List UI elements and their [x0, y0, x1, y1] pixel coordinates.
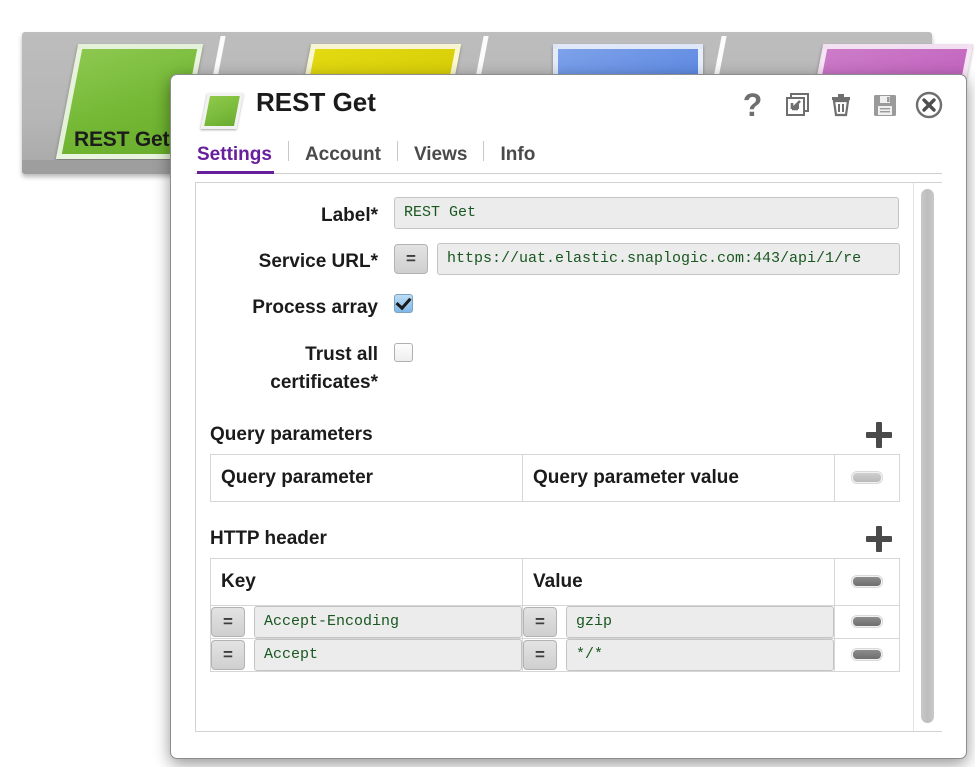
- http-header-remove-row-button[interactable]: [852, 649, 882, 661]
- help-icon[interactable]: ?: [737, 86, 768, 123]
- label-input[interactable]: REST Get: [394, 197, 899, 229]
- snap-green-icon: [200, 93, 244, 129]
- query-parameters-table: Query parameter Query parameter value: [210, 453, 900, 502]
- http-header-key-header: Key: [210, 557, 523, 606]
- http-header-row-action-cell: [834, 604, 900, 639]
- tab-views[interactable]: Views: [398, 144, 484, 173]
- query-parameters-section: Query parameters Query parameter Query p…: [210, 421, 900, 502]
- settings-scrollbar-thumb[interactable]: [921, 189, 934, 723]
- http-header-value-expression-toggle[interactable]: =: [523, 606, 557, 637]
- tab-info[interactable]: Info: [484, 144, 551, 173]
- settings-scroll-content: Label* REST Get Service URL* = https://u…: [196, 183, 914, 731]
- dialog-header: REST Get ?: [171, 75, 966, 137]
- tab-account[interactable]: Account: [289, 144, 397, 173]
- query-parameters-title: Query parameters: [210, 423, 373, 445]
- app-stage: REST Get REST Get ? Settings Account Vie…: [0, 0, 975, 767]
- save-icon[interactable]: [869, 89, 900, 120]
- http-header-value-cell: = */*: [522, 637, 835, 672]
- http-header-value-expression-toggle[interactable]: =: [523, 639, 557, 670]
- http-header-value-input[interactable]: */*: [566, 638, 834, 671]
- http-header-title: HTTP header: [210, 527, 327, 549]
- http-header-key-input[interactable]: Accept: [254, 638, 522, 671]
- help-glyph: ?: [742, 86, 763, 123]
- snap-settings-dialog: REST Get ? Settings Account Views Info L…: [170, 74, 967, 759]
- table-header-row: Query parameter Query parameter value: [210, 453, 900, 502]
- http-header-value-header: Value: [522, 557, 835, 606]
- query-parameters-remove-button[interactable]: [852, 472, 882, 484]
- table-header-row: Key Value: [210, 557, 900, 606]
- http-header-key-expression-toggle[interactable]: =: [211, 606, 245, 637]
- http-header-section: HTTP header Key Value = Accept-Encoding …: [210, 525, 900, 672]
- process-array-checkbox[interactable]: [394, 294, 413, 313]
- delete-icon[interactable]: [825, 89, 856, 120]
- label-field-label: Label*: [320, 205, 378, 226]
- settings-scrollbar[interactable]: [913, 183, 942, 731]
- query-parameters-add-button[interactable]: [866, 421, 892, 448]
- trust-certificates-checkbox[interactable]: [394, 342, 413, 362]
- service-url-expression-toggle[interactable]: =: [394, 244, 428, 274]
- snap-node-label: REST Get: [74, 128, 170, 151]
- http-header-row-action-cell: [834, 637, 900, 672]
- service-url-label: Service URL*: [258, 251, 378, 272]
- http-header-key-cell: = Accept-Encoding: [210, 604, 523, 639]
- table-row: = Accept-Encoding = gzip: [210, 604, 900, 639]
- http-header-add-button[interactable]: [866, 525, 892, 552]
- dialog-tabs: Settings Account Views Info: [195, 137, 942, 174]
- query-parameter-header: Query parameter: [210, 453, 523, 502]
- field-row-trust-certificates: Trust all certificates*: [196, 335, 914, 398]
- table-row: = Accept = */*: [210, 637, 900, 672]
- http-header-remove-all-button[interactable]: [852, 576, 882, 588]
- dialog-toolbar: ?: [737, 86, 944, 123]
- tab-settings[interactable]: Settings: [195, 144, 288, 174]
- settings-panel: Label* REST Get Service URL* = https://u…: [195, 182, 942, 732]
- query-parameters-remove-cell: [834, 453, 900, 502]
- field-row-service-url: Service URL* = https://uat.elastic.snapl…: [196, 243, 914, 275]
- query-parameter-value-header: Query parameter value: [522, 453, 835, 502]
- http-header-key-input[interactable]: Accept-Encoding: [254, 605, 522, 638]
- restore-icon[interactable]: [781, 89, 812, 120]
- http-header-key-expression-toggle[interactable]: =: [211, 639, 245, 670]
- process-array-label: Process array: [252, 297, 378, 318]
- http-header-value-input[interactable]: gzip: [566, 605, 834, 638]
- trust-certificates-label: Trust all certificates*: [270, 343, 378, 394]
- http-header-value-cell: = gzip: [522, 604, 835, 639]
- service-url-input[interactable]: https://uat.elastic.snaplogic.com:443/ap…: [437, 243, 900, 275]
- http-header-table: Key Value = Accept-Encoding = gzip = Acc…: [210, 557, 900, 672]
- field-row-label: Label* REST Get: [196, 197, 914, 229]
- http-header-remove-row-button[interactable]: [852, 616, 882, 628]
- close-icon[interactable]: [913, 89, 944, 120]
- http-header-remove-cell: [834, 557, 900, 606]
- http-header-key-cell: = Accept: [210, 637, 523, 672]
- field-row-process-array: Process array: [196, 289, 914, 321]
- dialog-title: REST Get: [256, 87, 376, 117]
